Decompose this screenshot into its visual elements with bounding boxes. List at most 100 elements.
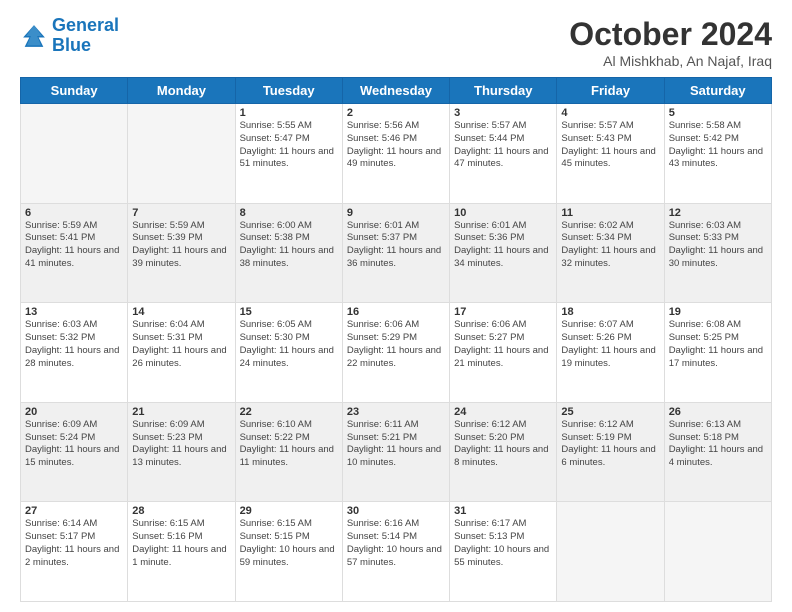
calendar-cell: 6Sunrise: 5:59 AM Sunset: 5:41 PM Daylig… [21,203,128,303]
calendar-cell: 10Sunrise: 6:01 AM Sunset: 5:36 PM Dayli… [450,203,557,303]
day-number: 17 [454,306,552,318]
calendar-cell: 16Sunrise: 6:06 AM Sunset: 5:29 PM Dayli… [342,303,449,403]
day-number: 9 [347,207,445,219]
calendar-cell: 31Sunrise: 6:17 AM Sunset: 5:13 PM Dayli… [450,502,557,602]
day-number: 8 [240,207,338,219]
day-number: 10 [454,207,552,219]
header: General Blue October 2024 Al Mishkhab, A… [20,16,772,69]
day-number: 23 [347,406,445,418]
day-info: Sunrise: 5:59 AM Sunset: 5:41 PM Dayligh… [25,220,123,271]
calendar-cell: 7Sunrise: 5:59 AM Sunset: 5:39 PM Daylig… [128,203,235,303]
day-info: Sunrise: 6:16 AM Sunset: 5:14 PM Dayligh… [347,518,445,569]
day-number: 24 [454,406,552,418]
page: General Blue October 2024 Al Mishkhab, A… [0,0,792,612]
day-number: 29 [240,505,338,517]
week-row-1: 1Sunrise: 5:55 AM Sunset: 5:47 PM Daylig… [21,104,772,204]
location-title: Al Mishkhab, An Najaf, Iraq [569,53,772,69]
day-header-wednesday: Wednesday [342,78,449,104]
day-info: Sunrise: 6:07 AM Sunset: 5:26 PM Dayligh… [561,319,659,370]
calendar-cell: 2Sunrise: 5:56 AM Sunset: 5:46 PM Daylig… [342,104,449,204]
day-info: Sunrise: 5:58 AM Sunset: 5:42 PM Dayligh… [669,120,767,171]
day-number: 28 [132,505,230,517]
calendar-cell: 17Sunrise: 6:06 AM Sunset: 5:27 PM Dayli… [450,303,557,403]
calendar-cell: 11Sunrise: 6:02 AM Sunset: 5:34 PM Dayli… [557,203,664,303]
day-info: Sunrise: 6:06 AM Sunset: 5:29 PM Dayligh… [347,319,445,370]
calendar-cell: 24Sunrise: 6:12 AM Sunset: 5:20 PM Dayli… [450,402,557,502]
calendar-cell: 1Sunrise: 5:55 AM Sunset: 5:47 PM Daylig… [235,104,342,204]
day-info: Sunrise: 6:12 AM Sunset: 5:19 PM Dayligh… [561,419,659,470]
calendar-cell: 3Sunrise: 5:57 AM Sunset: 5:44 PM Daylig… [450,104,557,204]
logo-line2: Blue [52,35,91,55]
day-number: 4 [561,107,659,119]
day-info: Sunrise: 6:15 AM Sunset: 5:16 PM Dayligh… [132,518,230,569]
day-number: 6 [25,207,123,219]
week-row-3: 13Sunrise: 6:03 AM Sunset: 5:32 PM Dayli… [21,303,772,403]
calendar-cell: 23Sunrise: 6:11 AM Sunset: 5:21 PM Dayli… [342,402,449,502]
day-number: 30 [347,505,445,517]
day-header-sunday: Sunday [21,78,128,104]
day-info: Sunrise: 6:17 AM Sunset: 5:13 PM Dayligh… [454,518,552,569]
day-info: Sunrise: 5:55 AM Sunset: 5:47 PM Dayligh… [240,120,338,171]
day-info: Sunrise: 6:03 AM Sunset: 5:32 PM Dayligh… [25,319,123,370]
calendar-cell: 19Sunrise: 6:08 AM Sunset: 5:25 PM Dayli… [664,303,771,403]
header-row: SundayMondayTuesdayWednesdayThursdayFrid… [21,78,772,104]
day-info: Sunrise: 6:10 AM Sunset: 5:22 PM Dayligh… [240,419,338,470]
day-info: Sunrise: 6:03 AM Sunset: 5:33 PM Dayligh… [669,220,767,271]
day-info: Sunrise: 6:00 AM Sunset: 5:38 PM Dayligh… [240,220,338,271]
day-number: 3 [454,107,552,119]
day-number: 2 [347,107,445,119]
calendar-cell: 18Sunrise: 6:07 AM Sunset: 5:26 PM Dayli… [557,303,664,403]
day-info: Sunrise: 5:57 AM Sunset: 5:44 PM Dayligh… [454,120,552,171]
calendar-cell: 4Sunrise: 5:57 AM Sunset: 5:43 PM Daylig… [557,104,664,204]
day-number: 26 [669,406,767,418]
day-info: Sunrise: 6:15 AM Sunset: 5:15 PM Dayligh… [240,518,338,569]
day-header-thursday: Thursday [450,78,557,104]
day-info: Sunrise: 6:05 AM Sunset: 5:30 PM Dayligh… [240,319,338,370]
calendar-cell [557,502,664,602]
day-number: 1 [240,107,338,119]
calendar-cell: 20Sunrise: 6:09 AM Sunset: 5:24 PM Dayli… [21,402,128,502]
week-row-5: 27Sunrise: 6:14 AM Sunset: 5:17 PM Dayli… [21,502,772,602]
day-number: 5 [669,107,767,119]
calendar-cell: 26Sunrise: 6:13 AM Sunset: 5:18 PM Dayli… [664,402,771,502]
day-header-saturday: Saturday [664,78,771,104]
calendar-cell: 14Sunrise: 6:04 AM Sunset: 5:31 PM Dayli… [128,303,235,403]
calendar-cell: 5Sunrise: 5:58 AM Sunset: 5:42 PM Daylig… [664,104,771,204]
day-number: 7 [132,207,230,219]
day-info: Sunrise: 6:08 AM Sunset: 5:25 PM Dayligh… [669,319,767,370]
day-header-friday: Friday [557,78,664,104]
day-number: 31 [454,505,552,517]
day-header-monday: Monday [128,78,235,104]
calendar-cell: 9Sunrise: 6:01 AM Sunset: 5:37 PM Daylig… [342,203,449,303]
day-number: 15 [240,306,338,318]
day-info: Sunrise: 6:09 AM Sunset: 5:24 PM Dayligh… [25,419,123,470]
calendar-cell [128,104,235,204]
day-info: Sunrise: 6:11 AM Sunset: 5:21 PM Dayligh… [347,419,445,470]
week-row-2: 6Sunrise: 5:59 AM Sunset: 5:41 PM Daylig… [21,203,772,303]
day-info: Sunrise: 6:06 AM Sunset: 5:27 PM Dayligh… [454,319,552,370]
day-number: 16 [347,306,445,318]
calendar-cell: 15Sunrise: 6:05 AM Sunset: 5:30 PM Dayli… [235,303,342,403]
day-number: 20 [25,406,123,418]
day-number: 22 [240,406,338,418]
day-info: Sunrise: 6:14 AM Sunset: 5:17 PM Dayligh… [25,518,123,569]
calendar-cell: 28Sunrise: 6:15 AM Sunset: 5:16 PM Dayli… [128,502,235,602]
day-number: 19 [669,306,767,318]
day-info: Sunrise: 6:09 AM Sunset: 5:23 PM Dayligh… [132,419,230,470]
day-info: Sunrise: 5:57 AM Sunset: 5:43 PM Dayligh… [561,120,659,171]
calendar-cell: 21Sunrise: 6:09 AM Sunset: 5:23 PM Dayli… [128,402,235,502]
calendar-cell: 13Sunrise: 6:03 AM Sunset: 5:32 PM Dayli… [21,303,128,403]
logo-line1: General [52,15,119,35]
logo-text: General Blue [52,16,119,56]
calendar-table: SundayMondayTuesdayWednesdayThursdayFrid… [20,77,772,602]
day-info: Sunrise: 5:59 AM Sunset: 5:39 PM Dayligh… [132,220,230,271]
month-title: October 2024 [569,16,772,53]
day-info: Sunrise: 6:04 AM Sunset: 5:31 PM Dayligh… [132,319,230,370]
day-info: Sunrise: 6:01 AM Sunset: 5:37 PM Dayligh… [347,220,445,271]
day-header-tuesday: Tuesday [235,78,342,104]
calendar-cell: 8Sunrise: 6:00 AM Sunset: 5:38 PM Daylig… [235,203,342,303]
day-info: Sunrise: 6:02 AM Sunset: 5:34 PM Dayligh… [561,220,659,271]
calendar-cell [664,502,771,602]
title-block: October 2024 Al Mishkhab, An Najaf, Iraq [569,16,772,69]
day-info: Sunrise: 6:12 AM Sunset: 5:20 PM Dayligh… [454,419,552,470]
